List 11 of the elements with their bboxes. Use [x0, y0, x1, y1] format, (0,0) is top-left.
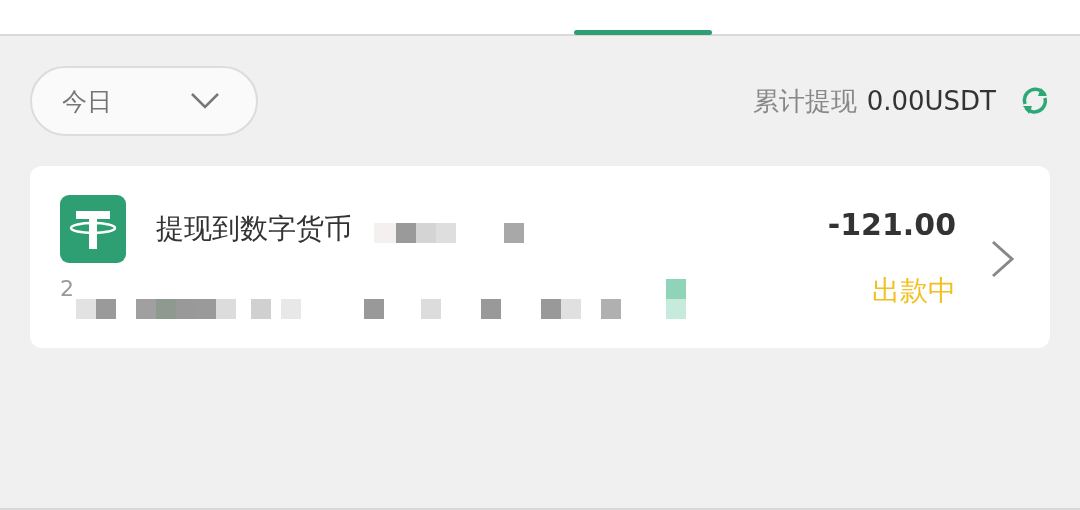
summary-amount: 0.00USDT	[866, 86, 996, 116]
transaction-amount: -121.00	[827, 207, 956, 242]
transaction-title: 提现到数字货币	[156, 211, 352, 247]
transaction-card[interactable]: 提现到数字货币 2 -121.00 出款中	[30, 166, 1050, 348]
summary-label: 累计提现	[752, 84, 857, 118]
chevron-right-icon	[990, 239, 1016, 279]
transaction-status: 出款中	[872, 273, 956, 309]
tether-coin-icon	[60, 195, 126, 263]
transaction-date: 2	[60, 277, 74, 301]
chevron-down-icon	[190, 92, 220, 110]
date-filter-dropdown[interactable]: 今日	[30, 66, 258, 136]
